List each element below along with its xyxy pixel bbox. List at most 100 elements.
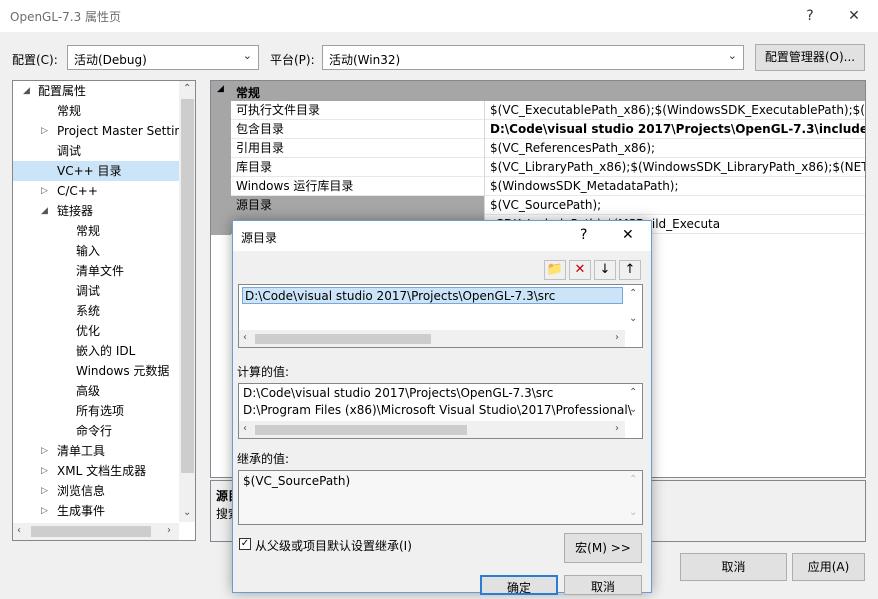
help-icon[interactable]: ? — [580, 227, 587, 243]
tree-item[interactable]: 清单文件 — [13, 261, 179, 281]
platform-label: 平台(P): — [270, 53, 315, 67]
scroll-right-icon[interactable]: › — [615, 332, 619, 343]
tree-item[interactable]: 常规 — [13, 221, 179, 241]
property-value[interactable]: $(VC_SourcePath); — [486, 196, 865, 215]
collapsed-icon[interactable]: ▷ — [41, 481, 51, 501]
scroll-up-icon[interactable]: ⌃ — [629, 288, 637, 299]
close-icon[interactable]: ✕ — [844, 6, 864, 26]
tree-item[interactable]: ▷ 生成事件 — [13, 501, 179, 521]
tree-item[interactable]: 调试 — [13, 281, 179, 301]
move-down-icon[interactable]: ↓ — [594, 260, 616, 280]
tree-item[interactable]: ▷ 清单工具 — [13, 441, 179, 461]
tree-item[interactable]: ◢ 链接器 — [13, 201, 179, 221]
config-dropdown[interactable]: 活动(Debug) ⌄ — [67, 45, 259, 70]
grid-row[interactable]: 引用目录 $(VC_ReferencesPath_x86); — [231, 139, 865, 158]
tree-item-label: 清单工具 — [57, 444, 106, 458]
tree-item[interactable]: ▷ 浏览信息 — [13, 481, 179, 501]
dialog-cancel-button[interactable]: 取消 — [564, 575, 642, 595]
collapsed-icon[interactable]: ▷ — [41, 121, 51, 141]
tree-item[interactable]: 系统 — [13, 301, 179, 321]
tree-item[interactable]: 命令行 — [13, 421, 179, 441]
scroll-left-icon[interactable]: ‹ — [17, 525, 21, 536]
tree-item[interactable]: ▷ Project Master Settin — [13, 121, 182, 141]
tree-item[interactable]: ▷ XML 文档生成器 — [13, 461, 179, 481]
scroll-down-icon[interactable]: ⌄ — [629, 313, 637, 324]
tree-item[interactable]: 调试 — [13, 141, 179, 161]
scroll-thumb[interactable] — [31, 526, 151, 537]
tree-item[interactable]: Windows 元数据 — [13, 361, 179, 381]
property-name: Windows 运行库目录 — [231, 177, 485, 196]
macros-button[interactable]: 宏(M) >> — [564, 533, 642, 563]
tree-item[interactable]: ◢ 配置属性 — [13, 81, 179, 101]
property-name: 引用目录 — [231, 139, 485, 158]
collapse-icon[interactable]: ◢ — [217, 84, 224, 94]
scroll-thumb[interactable] — [181, 99, 194, 473]
grid-row[interactable]: Windows 运行库目录 $(WindowsSDK_MetadataPath); — [231, 177, 865, 196]
source-dirs-dialog: 源目录 ? ✕ 📁 ✕ ↓ ↑ D:\Code\visual studio 20… — [232, 220, 652, 595]
grid-row[interactable]: 可执行文件目录 $(VC_ExecutablePath_x86);$(Window… — [231, 101, 865, 120]
evaluated-label: 计算的值: — [237, 365, 290, 379]
tree-item[interactable]: ▷ C/C++ — [13, 181, 179, 201]
config-label: 配置(C): — [12, 53, 58, 67]
tree-item[interactable]: 输入 — [13, 241, 179, 261]
tree-item[interactable]: 所有选项 — [13, 401, 179, 421]
delete-icon[interactable]: ✕ — [569, 260, 591, 280]
expanded-icon[interactable]: ◢ — [41, 201, 51, 221]
collapsed-icon[interactable]: ▷ — [41, 181, 51, 201]
tree-item-label: 生成事件 — [57, 504, 106, 518]
scroll-right-icon[interactable]: › — [167, 525, 171, 536]
tree-vertical-scrollbar[interactable]: ⌃ ⌄ — [179, 81, 195, 522]
expanded-icon[interactable]: ◢ — [23, 81, 33, 101]
help-icon[interactable]: ? — [800, 6, 820, 26]
property-value[interactable]: $(VC_LibraryPath_x86);$(WindowsSDK_Libra… — [486, 158, 865, 177]
tree-horizontal-scrollbar[interactable]: ‹ › — [13, 523, 179, 540]
platform-dropdown[interactable]: 活动(Win32) ⌄ — [322, 45, 744, 70]
inherit-checkbox-label[interactable]: 从父级或项目默认设置继承(I) — [255, 537, 412, 554]
collapsed-icon[interactable]: ▷ — [41, 461, 51, 481]
scroll-left-icon[interactable]: ‹ — [243, 332, 247, 343]
entries-list[interactable]: D:\Code\visual studio 2017\Projects\Open… — [238, 284, 643, 348]
cancel-button[interactable]: 取消 — [680, 553, 787, 581]
config-manager-button[interactable]: 配置管理器(O)... — [755, 44, 865, 71]
scroll-up-icon[interactable]: ⌃ — [629, 387, 637, 398]
scroll-right-icon[interactable]: › — [615, 423, 619, 434]
scroll-down-icon: ⌄ — [629, 507, 638, 518]
entries-horizontal-scrollbar[interactable]: ‹ › — [239, 330, 625, 347]
scroll-down-icon[interactable]: ⌄ — [183, 507, 191, 518]
scroll-thumb[interactable] — [255, 425, 467, 435]
move-up-icon[interactable]: ↑ — [619, 260, 641, 280]
scroll-up-icon[interactable]: ⌃ — [183, 83, 191, 94]
tree-item-label: 常规 — [76, 224, 101, 238]
property-value[interactable]: $(WindowsSDK_MetadataPath); — [486, 177, 865, 196]
tree-item[interactable]: 常规 — [13, 101, 179, 121]
grid-row[interactable]: 包含目录 D:\Code\visual studio 2017\Projects\… — [231, 120, 865, 139]
tree-item[interactable]: VC++ 目录 — [13, 161, 179, 181]
property-value[interactable]: $(VC_ReferencesPath_x86); — [486, 139, 865, 158]
tree-item-label: C/C++ — [57, 184, 98, 198]
apply-button[interactable]: 应用(A) — [792, 553, 865, 581]
collapsed-icon[interactable]: ▷ — [41, 501, 51, 521]
grid-section-header[interactable]: ◢ 常规 — [211, 81, 865, 101]
close-icon[interactable]: ✕ — [622, 227, 634, 243]
list-item[interactable]: D:\Code\visual studio 2017\Projects\Open… — [242, 287, 623, 304]
tree-item-label: 输入 — [76, 244, 101, 258]
tree-item[interactable]: 高级 — [13, 381, 179, 401]
scroll-down-icon[interactable]: ⌄ — [629, 404, 637, 415]
tree-item-label: 链接器 — [57, 204, 94, 218]
scroll-thumb[interactable] — [255, 334, 431, 344]
ok-button[interactable]: 确定 — [480, 575, 558, 595]
scroll-left-icon[interactable]: ‹ — [243, 423, 247, 434]
tree-item[interactable]: 嵌入的 IDL — [13, 341, 179, 361]
entry-text[interactable]: D:\Code\visual studio 2017\Projects\Open… — [245, 289, 555, 303]
grid-row[interactable]: 库目录 $(VC_LibraryPath_x86);$(WindowsSDK_Li… — [231, 158, 865, 177]
property-value[interactable]: D:\Code\visual studio 2017\Projects\Open… — [486, 120, 865, 139]
evaluated-horizontal-scrollbar[interactable]: ‹ › — [239, 421, 625, 438]
tree-item-label: VC++ 目录 — [57, 164, 122, 178]
inherit-checkbox[interactable]: ✓ — [239, 538, 251, 550]
collapsed-icon[interactable]: ▷ — [41, 441, 51, 461]
property-tree[interactable]: ◢ 配置属性 常规 ▷ Project Master Settin 调试 VC++ 目录 ▷ C… — [12, 80, 196, 541]
new-line-icon[interactable]: 📁 — [544, 260, 566, 280]
grid-row[interactable]: 源目录 $(VC_SourcePath); — [231, 196, 865, 215]
property-value[interactable]: $(VC_ExecutablePath_x86);$(WindowsSDK_Ex… — [486, 101, 865, 120]
tree-item[interactable]: 优化 — [13, 321, 179, 341]
